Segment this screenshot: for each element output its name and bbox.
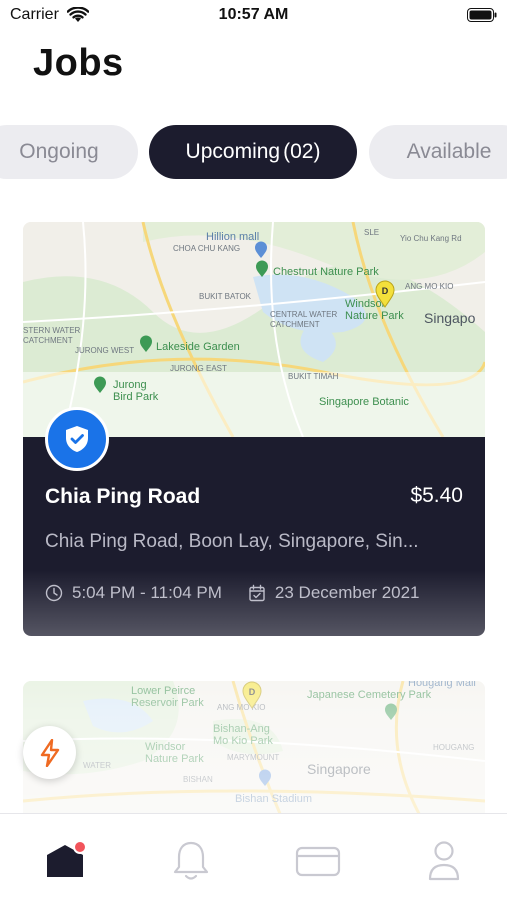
status-bar: Carrier 10:57 AM	[0, 0, 507, 32]
map-pin-label: D	[249, 687, 256, 697]
map-label: WATER	[83, 761, 111, 770]
map-label: JURONG WEST	[75, 346, 135, 355]
job-card[interactable]: Hillion mall CHOA CHU KANG Chestnut Natu…	[23, 222, 485, 636]
job-meta: 5:04 PM - 11:04 PM 23 December 2021	[45, 581, 465, 605]
map-label: Lakeside Garden	[156, 341, 240, 353]
bell-icon	[173, 841, 209, 880]
mall-pin-icon	[255, 241, 267, 258]
map-label: Singapore Botanic	[319, 396, 409, 408]
nav-payments[interactable]	[293, 838, 343, 884]
calendar-icon	[249, 584, 265, 602]
map-label: Yio Chu Kang Rd	[400, 234, 462, 243]
map-label: ANG MO KIO	[405, 282, 454, 291]
map-label: CHOA CHU KANG	[173, 244, 241, 253]
tab-upcoming[interactable]: Upcoming (02)	[149, 125, 357, 179]
map-label: BUKIT BATOK	[199, 292, 252, 301]
map-label: Jurong Bird Park	[113, 379, 159, 403]
map-label: SLE	[364, 228, 380, 237]
tab-ongoing[interactable]: Ongoing	[0, 125, 138, 179]
tab-upcoming-count: (02)	[283, 140, 321, 163]
map-label: Singapo	[424, 310, 476, 326]
nav-profile[interactable]	[419, 838, 469, 884]
profile-icon	[428, 841, 460, 881]
quick-action-button[interactable]	[23, 726, 76, 779]
job-tabs: Ongoing Upcoming (02) Available	[0, 125, 507, 179]
shield-check-icon	[66, 426, 88, 452]
lightning-icon	[40, 738, 59, 767]
map-label: JURONG EAST	[170, 364, 227, 373]
park-pin-icon	[140, 335, 152, 352]
map-pin-icon: D	[375, 280, 395, 308]
map-label: MARYMOUNT	[227, 753, 280, 762]
job-card[interactable]: Lower Peirce Reservoir Park ANG MO KIO J…	[23, 681, 485, 821]
map-label: Hougang Mall	[408, 681, 476, 689]
map-label: Lower Peirce Reservoir Park	[131, 685, 204, 709]
map-label: Singapore	[307, 761, 371, 777]
verified-badge	[45, 407, 109, 471]
place-pin-icon	[259, 769, 271, 786]
park-pin-icon	[256, 260, 268, 277]
nav-home[interactable]	[40, 838, 90, 884]
tab-ongoing-label: Ongoing	[19, 140, 99, 163]
status-time: 10:57 AM	[218, 6, 289, 23]
map-label: Bishan-Ang Mo Kio Park	[213, 723, 273, 747]
map-label: Bishan Stadium	[235, 793, 313, 805]
job-map[interactable]: Lower Peirce Reservoir Park ANG MO KIO J…	[23, 681, 485, 821]
map-pin-label: D	[382, 286, 389, 296]
job-price: $5.40	[410, 484, 463, 507]
map-pin-icon: D	[242, 681, 262, 709]
job-date: 23 December 2021	[274, 583, 420, 602]
map-label: CENTRAL WATER CATCHMENT	[270, 310, 338, 329]
map-label: BISHAN	[183, 775, 213, 784]
map-label: Windsor Nature Park	[145, 741, 204, 765]
card-icon	[295, 846, 341, 877]
map-label: STERN WATER CATCHMENT	[23, 326, 81, 345]
map-label: Hillion mall	[206, 231, 260, 243]
battery-icon	[467, 8, 497, 22]
map-label: BUKIT TIMAH	[288, 372, 339, 381]
nav-notifications[interactable]	[166, 838, 216, 884]
job-map[interactable]: Hillion mall CHOA CHU KANG Chestnut Natu…	[23, 222, 485, 437]
tab-upcoming-label: Upcoming	[185, 140, 281, 163]
page-title: Jobs	[33, 42, 124, 84]
tab-available-label: Available	[406, 140, 492, 163]
map-label: HOUGANG	[433, 743, 475, 752]
job-time-range: 5:04 PM - 11:04 PM	[72, 583, 222, 602]
park-pin-icon	[94, 376, 106, 393]
map-label: Japanese Cemetery Park	[307, 689, 432, 701]
clock-icon	[45, 584, 63, 602]
park-pin-icon	[385, 703, 397, 720]
notification-dot	[73, 840, 87, 854]
map-label: Chestnut Nature Park	[273, 266, 379, 278]
bottom-nav	[0, 813, 507, 900]
job-address: Chia Ping Road, Boon Lay, Singapore, Sin…	[45, 531, 419, 552]
job-name: Chia Ping Road	[45, 485, 201, 508]
tab-available[interactable]: Available	[369, 125, 507, 179]
